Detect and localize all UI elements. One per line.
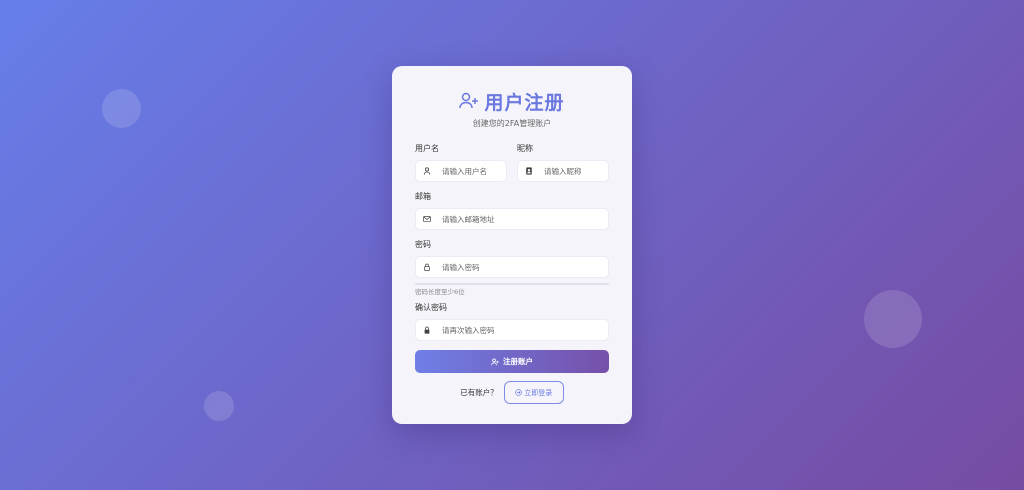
page-subtitle: 创建您的2FA管理账户 bbox=[472, 119, 552, 128]
login-button-label: 立即登录 bbox=[524, 388, 553, 397]
user-plus-icon bbox=[491, 358, 499, 365]
person-icon bbox=[423, 167, 431, 175]
card-header: 用户注册 bbox=[415, 90, 609, 114]
email-input[interactable] bbox=[438, 214, 608, 224]
confirm-password-label: 确认密码 bbox=[415, 303, 447, 312]
password-input-wrap bbox=[415, 256, 609, 278]
password-label: 密码 bbox=[415, 240, 431, 249]
confirm-password-input[interactable] bbox=[438, 325, 608, 335]
username-input[interactable] bbox=[438, 166, 506, 176]
nickname-input[interactable] bbox=[540, 166, 608, 176]
envelope-icon bbox=[423, 216, 431, 222]
confirm-input-wrap bbox=[415, 319, 609, 341]
register-button[interactable]: 注册账户 bbox=[415, 350, 609, 373]
email-field-group: 邮箱 bbox=[415, 192, 609, 230]
register-button-label: 注册账户 bbox=[503, 357, 533, 366]
login-button[interactable]: 立即登录 bbox=[503, 381, 564, 404]
nickname-input-wrap bbox=[517, 160, 609, 182]
user-plus-icon bbox=[459, 92, 479, 109]
login-question: 已有账户？ bbox=[460, 388, 498, 397]
lock-filled-icon bbox=[424, 326, 430, 334]
username-label: 用户名 bbox=[415, 144, 439, 153]
email-label: 邮箱 bbox=[415, 192, 431, 201]
confirm-field-group: 确认密码 bbox=[415, 303, 609, 341]
lock-outline-icon bbox=[424, 263, 430, 271]
email-input-wrap bbox=[415, 208, 609, 230]
register-card: 用户注册 创建您的2FA管理账户 用户名 昵称 bbox=[392, 66, 632, 424]
username-field-group: 用户名 bbox=[415, 144, 507, 182]
password-field-group: 密码 密码长度至少6位 bbox=[415, 240, 609, 296]
decorative-bubble bbox=[102, 89, 141, 128]
sign-in-icon bbox=[515, 389, 523, 396]
id-badge-icon bbox=[526, 167, 532, 175]
password-strength-bar bbox=[415, 283, 609, 285]
decorative-bubble bbox=[204, 391, 234, 421]
username-input-wrap bbox=[415, 160, 507, 182]
nickname-label: 昵称 bbox=[517, 144, 533, 153]
password-hint: 密码长度至少6位 bbox=[415, 288, 465, 296]
decorative-bubble bbox=[864, 290, 922, 348]
login-prompt: 已有账户？ 立即登录 bbox=[415, 381, 609, 404]
nickname-field-group: 昵称 bbox=[517, 144, 609, 182]
page-title: 用户注册 bbox=[484, 91, 565, 114]
password-input[interactable] bbox=[438, 262, 608, 272]
